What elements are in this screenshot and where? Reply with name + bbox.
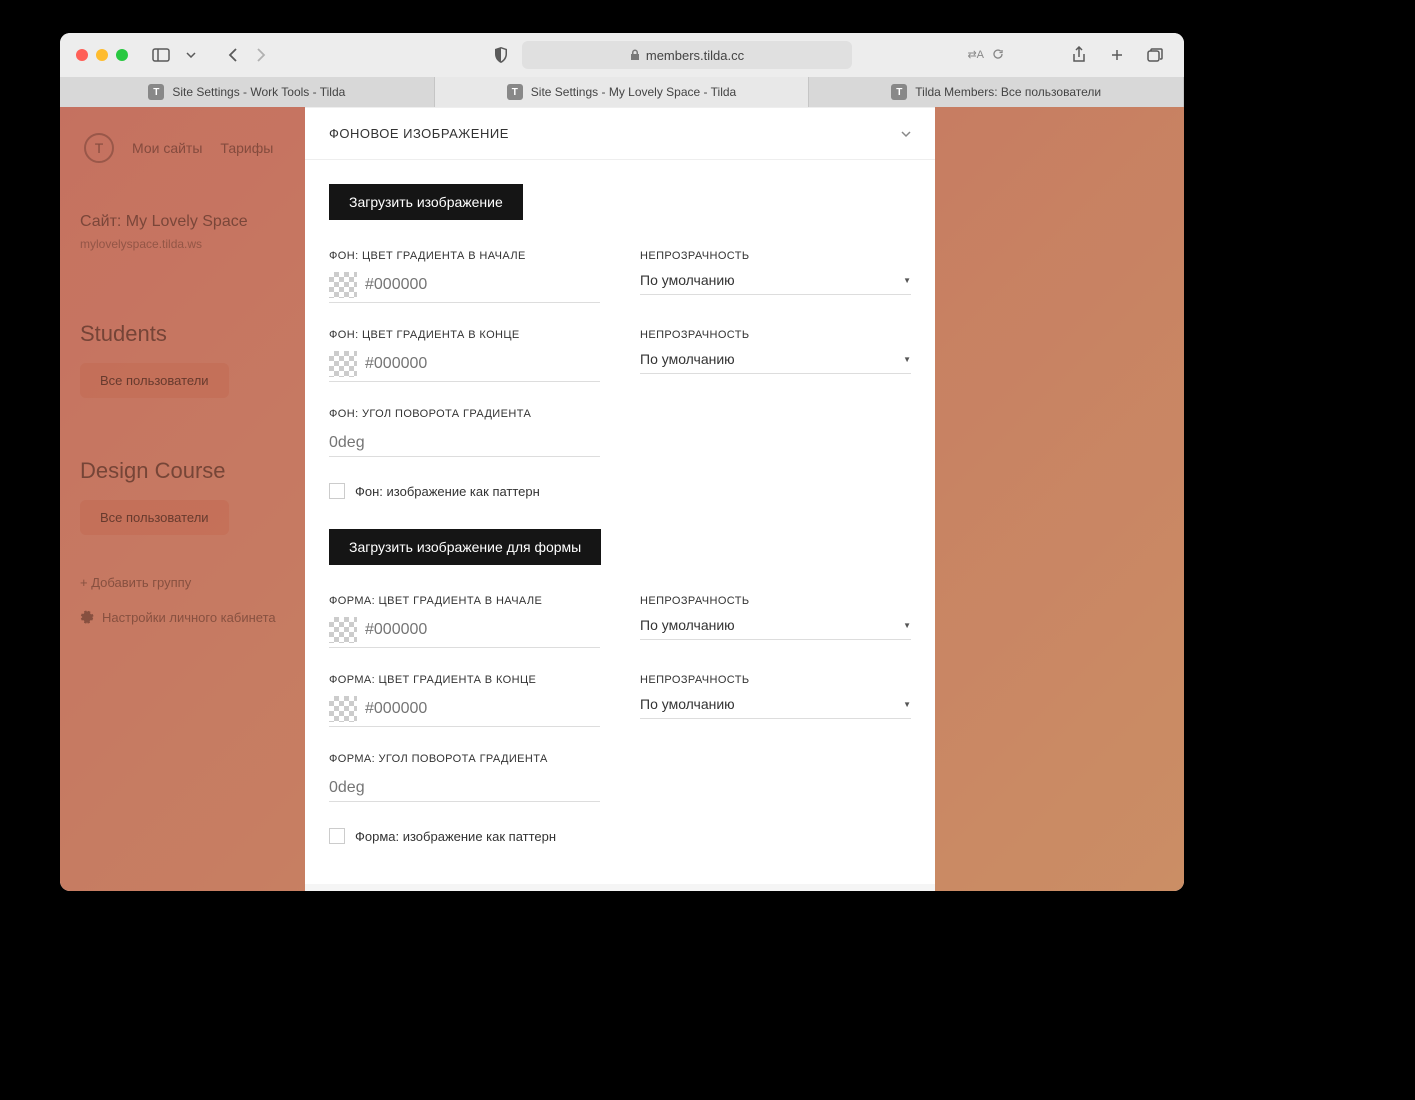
field-label: НЕПРОЗРАЧНОСТЬ: [640, 595, 911, 607]
field-label: ФОРМА: ЦВЕТ ГРАДИЕНТА В КОНЦЕ: [329, 674, 600, 686]
address-bar[interactable]: members.tilda.cc ⇄А: [522, 41, 852, 69]
section-header-typography[interactable]: ТИПОГРАФИКА: [305, 884, 935, 891]
color-swatch-icon[interactable]: [329, 617, 357, 643]
color-swatch-icon[interactable]: [329, 696, 357, 722]
dropdown-arrow-icon: ▼: [903, 700, 911, 709]
back-button[interactable]: [220, 42, 246, 68]
tab-label: Tilda Members: Все пользователи: [915, 85, 1101, 99]
color-input-form-end[interactable]: [329, 696, 600, 727]
bg-pattern-checkbox[interactable]: [329, 483, 345, 499]
tabs-bar: T Site Settings - Work Tools - Tilda T S…: [60, 77, 1184, 107]
titlebar: members.tilda.cc ⇄А: [60, 33, 1184, 77]
window-controls: [76, 49, 128, 61]
favicon-icon: T: [148, 84, 164, 100]
upload-form-image-button[interactable]: Загрузить изображение для формы: [329, 529, 601, 565]
browser-tab[interactable]: T Site Settings - Work Tools - Tilda: [60, 77, 435, 107]
field-label: ФОН: ЦВЕТ ГРАДИЕНТА В НАЧАЛЕ: [329, 250, 600, 262]
minimize-window-button[interactable]: [96, 49, 108, 61]
select-value: По умолчанию: [640, 272, 735, 288]
favicon-icon: T: [891, 84, 907, 100]
color-input-bg-end[interactable]: [329, 351, 600, 382]
form-pattern-checkbox[interactable]: [329, 828, 345, 844]
reload-icon[interactable]: [992, 48, 1004, 63]
color-swatch-icon[interactable]: [329, 272, 357, 298]
maximize-window-button[interactable]: [116, 49, 128, 61]
new-tab-icon[interactable]: [1104, 42, 1130, 68]
color-hex-input[interactable]: [365, 700, 600, 718]
field-label: НЕПРОЗРАЧНОСТЬ: [640, 329, 911, 341]
shield-icon[interactable]: [488, 42, 514, 68]
favicon-icon: T: [507, 84, 523, 100]
tab-label: Site Settings - Work Tools - Tilda: [172, 85, 345, 99]
field-label: ФОРМА: УГОЛ ПОВОРОТА ГРАДИЕНТА: [329, 753, 600, 765]
url-text: members.tilda.cc: [646, 48, 744, 63]
opacity-select[interactable]: По умолчанию ▼: [640, 696, 911, 719]
dropdown-arrow-icon: ▼: [903, 276, 911, 285]
checkbox-label: Форма: изображение как паттерн: [355, 829, 556, 844]
lock-icon: [630, 49, 640, 61]
close-window-button[interactable]: [76, 49, 88, 61]
browser-window: members.tilda.cc ⇄А T Site Settings: [60, 33, 1184, 891]
field-label: НЕПРОЗРАЧНОСТЬ: [640, 250, 911, 262]
section-title: ФОНОВОЕ ИЗОБРАЖЕНИЕ: [329, 126, 509, 141]
color-hex-input[interactable]: [365, 621, 600, 639]
panel-body: Загрузить изображение ФОН: ЦВЕТ ГРАДИЕНТ…: [305, 184, 935, 884]
angle-input[interactable]: [329, 430, 600, 457]
upload-background-button[interactable]: Загрузить изображение: [329, 184, 523, 220]
select-value: По умолчанию: [640, 617, 735, 633]
browser-tab[interactable]: T Tilda Members: Все пользователи: [809, 77, 1184, 107]
field-label: ФОРМА: ЦВЕТ ГРАДИЕНТА В НАЧАЛЕ: [329, 595, 600, 607]
translate-icon[interactable]: ⇄А: [967, 48, 984, 63]
browser-tab[interactable]: T Site Settings - My Lovely Space - Tild…: [435, 77, 810, 107]
opacity-select[interactable]: По умолчанию ▼: [640, 617, 911, 640]
tabs-overview-icon[interactable]: [1142, 42, 1168, 68]
angle-input[interactable]: [329, 775, 600, 802]
color-hex-input[interactable]: [365, 355, 600, 373]
tab-label: Site Settings - My Lovely Space - Tilda: [531, 85, 736, 99]
chevron-down-icon: [901, 129, 911, 139]
select-value: По умолчанию: [640, 696, 735, 712]
opacity-select[interactable]: По умолчанию ▼: [640, 351, 911, 374]
content-area: T Мои сайты Тарифы Сайт: My Lovely Space…: [60, 107, 1184, 891]
opacity-select[interactable]: По умолчанию ▼: [640, 272, 911, 295]
select-value: По умолчанию: [640, 351, 735, 367]
color-swatch-icon[interactable]: [329, 351, 357, 377]
chevron-down-icon[interactable]: [178, 42, 204, 68]
checkbox-label: Фон: изображение как паттерн: [355, 484, 540, 499]
color-input-bg-start[interactable]: [329, 272, 600, 303]
settings-modal: ФОНОВОЕ ИЗОБРАЖЕНИЕ Загрузить изображени…: [305, 107, 935, 891]
field-label: ФОН: УГОЛ ПОВОРОТА ГРАДИЕНТА: [329, 408, 600, 420]
sidebar-toggle-icon[interactable]: [148, 42, 174, 68]
dropdown-arrow-icon: ▼: [903, 621, 911, 630]
forward-button[interactable]: [248, 42, 274, 68]
field-label: НЕПРОЗРАЧНОСТЬ: [640, 674, 911, 686]
color-input-form-start[interactable]: [329, 617, 600, 648]
dropdown-arrow-icon: ▼: [903, 355, 911, 364]
color-hex-input[interactable]: [365, 276, 600, 294]
field-label: ФОН: ЦВЕТ ГРАДИЕНТА В КОНЦЕ: [329, 329, 600, 341]
section-header-background-image[interactable]: ФОНОВОЕ ИЗОБРАЖЕНИЕ: [305, 107, 935, 160]
share-icon[interactable]: [1066, 42, 1092, 68]
